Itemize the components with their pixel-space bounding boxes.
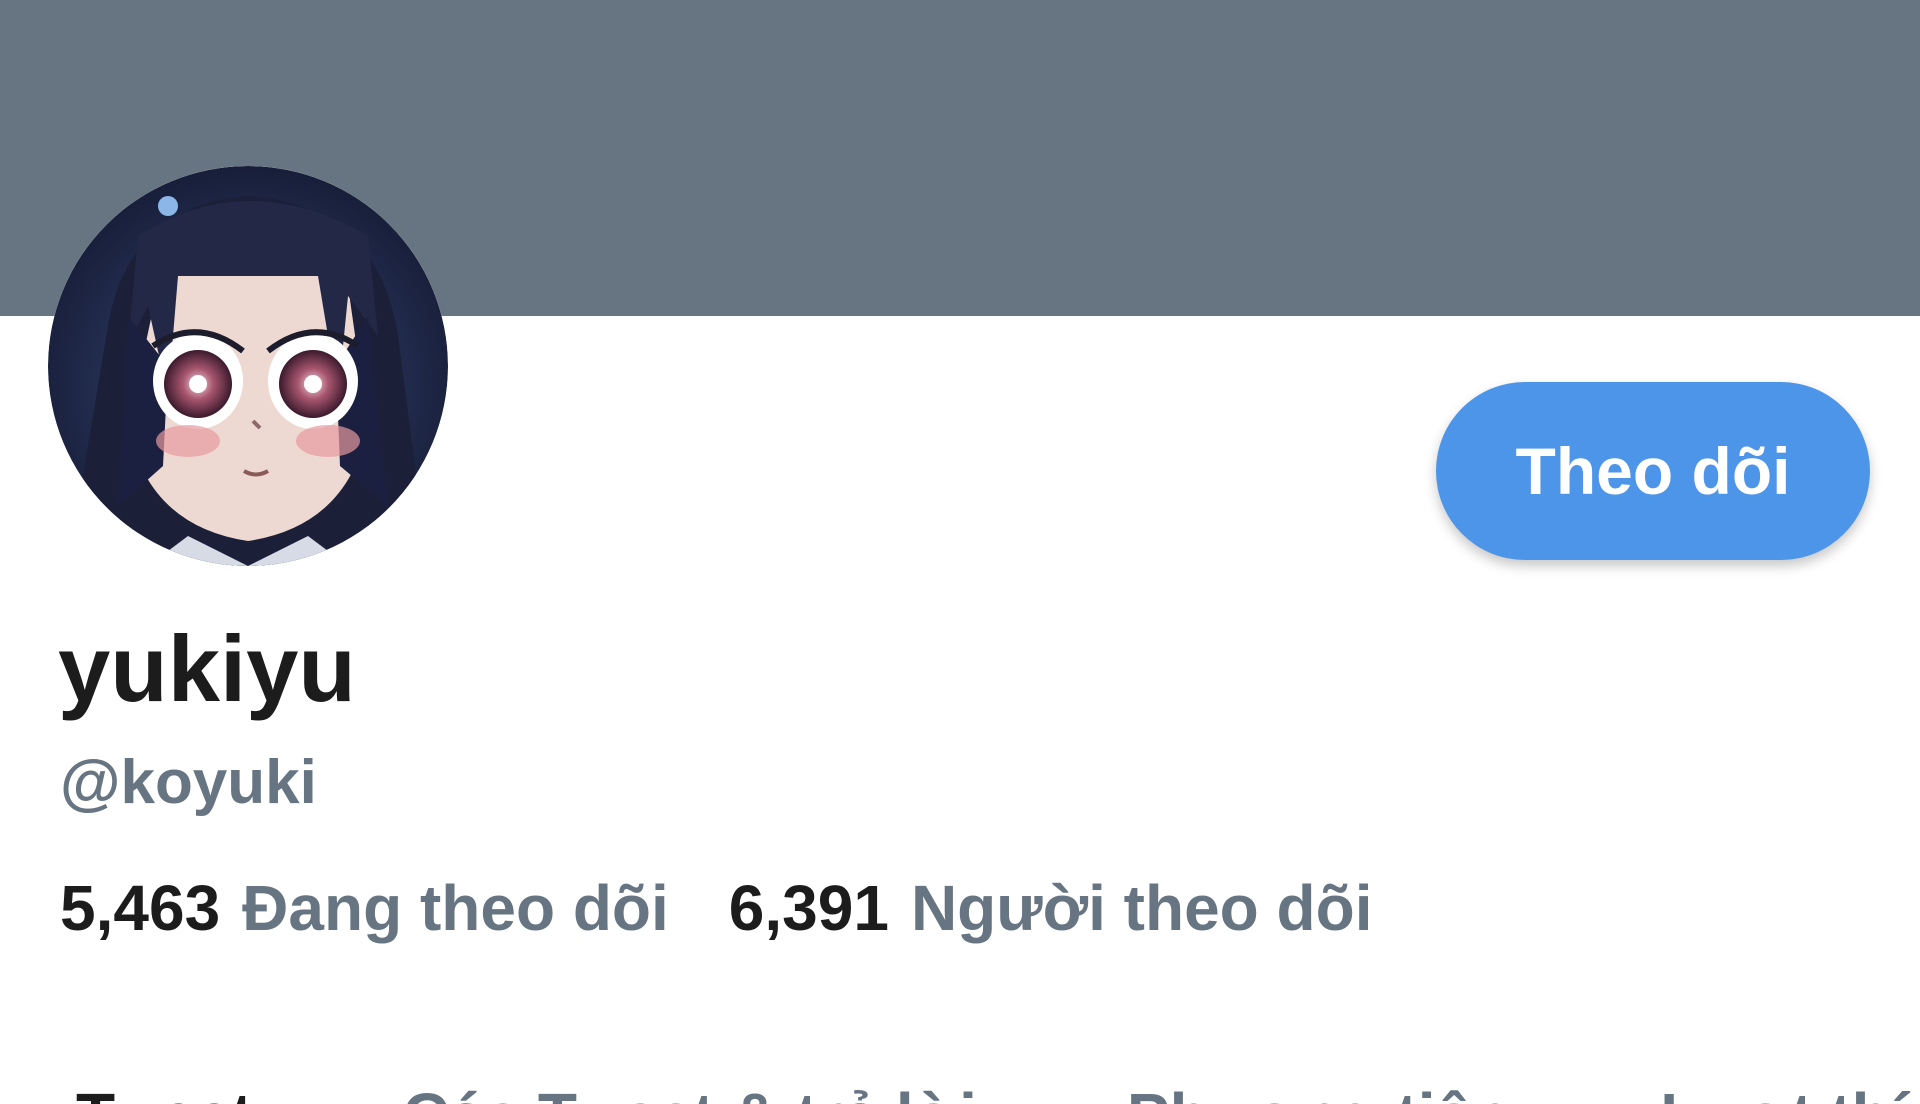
profile-display-name: yukiyu xyxy=(58,616,356,721)
profile-avatar[interactable] xyxy=(48,166,448,566)
avatar-image xyxy=(48,166,448,566)
follow-button[interactable]: Theo dõi xyxy=(1436,382,1870,560)
following-count: 5,463 xyxy=(60,872,221,944)
followers-label: Người theo dõi xyxy=(910,872,1373,944)
tab-tweets[interactable]: Tweet xyxy=(76,1084,253,1104)
following-label: Đang theo dõi xyxy=(242,872,669,944)
following-stat[interactable]: 5,463 Đang theo dõi xyxy=(60,876,669,940)
tab-tweets-replies[interactable]: Các Tweet & trả lời xyxy=(403,1084,977,1104)
tab-media[interactable]: Phương tiện xyxy=(1127,1084,1510,1104)
followers-count: 6,391 xyxy=(728,872,889,944)
tab-likes[interactable]: Lượt thích xyxy=(1660,1084,1920,1104)
profile-stats: 5,463 Đang theo dõi 6,391 Người theo dõi xyxy=(60,876,1373,940)
profile-handle: @koyuki xyxy=(60,748,317,817)
profile-tabs: Tweet Các Tweet & trả lời Phương tiện Lư… xyxy=(76,1084,1920,1104)
followers-stat[interactable]: 6,391 Người theo dõi xyxy=(729,876,1373,940)
profile-page: Theo dõi yukiyu @koyuki 5,463 Đang theo … xyxy=(0,0,1920,1104)
